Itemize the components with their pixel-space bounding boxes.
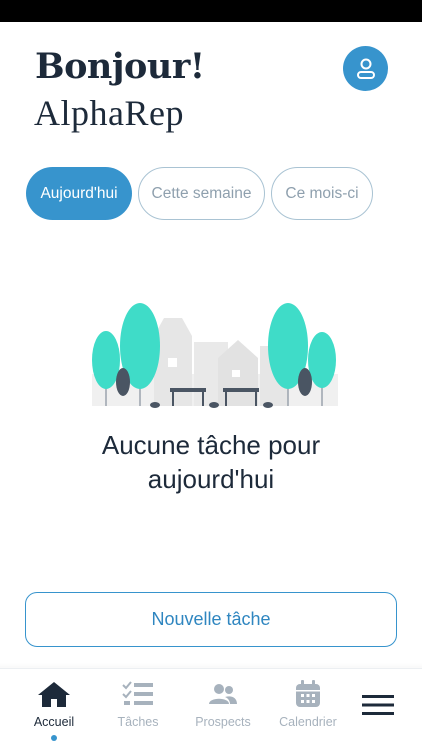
hamburger-menu-icon [362, 695, 394, 715]
empty-park-illustration [92, 303, 338, 408]
empty-state-line-1: Aucune tâche pour [101, 430, 321, 460]
bottom-navigation: Accueil Tâches Prospects Calendrier [0, 668, 422, 750]
filter-today-chip[interactable]: Aujourd'hui [26, 167, 132, 220]
username-title: AlphaRep [34, 93, 184, 133]
nav-label-accueil: Accueil [33, 715, 75, 729]
nav-item-prospects[interactable]: Prospects [181, 679, 265, 729]
status-bar [0, 0, 422, 22]
nav-label-prospects: Prospects [195, 715, 251, 729]
menu-button[interactable] [360, 691, 396, 719]
nav-label-taches: Tâches [117, 715, 159, 729]
empty-state-line-2: aujourd'hui [147, 464, 275, 494]
user-icon [356, 58, 375, 79]
nav-item-taches[interactable]: Tâches [96, 679, 180, 729]
nav-item-accueil[interactable]: Accueil [12, 679, 96, 741]
empty-state-message: Aucune tâche pour aujourd'hui [40, 428, 382, 496]
people-icon [206, 679, 240, 709]
task-list-icon [121, 679, 155, 709]
new-task-button[interactable]: Nouvelle tâche [25, 592, 397, 647]
filter-week-chip[interactable]: Cette semaine [138, 167, 265, 220]
nav-label-calendrier: Calendrier [279, 715, 337, 729]
nav-item-calendrier[interactable]: Calendrier [266, 679, 350, 729]
calendar-icon [291, 679, 325, 709]
greeting-title: Bonjour! [35, 46, 205, 87]
filter-month-chip[interactable]: Ce mois-ci [271, 167, 373, 220]
active-indicator-dot [51, 735, 57, 741]
home-icon [37, 679, 71, 709]
profile-button[interactable] [343, 46, 388, 91]
